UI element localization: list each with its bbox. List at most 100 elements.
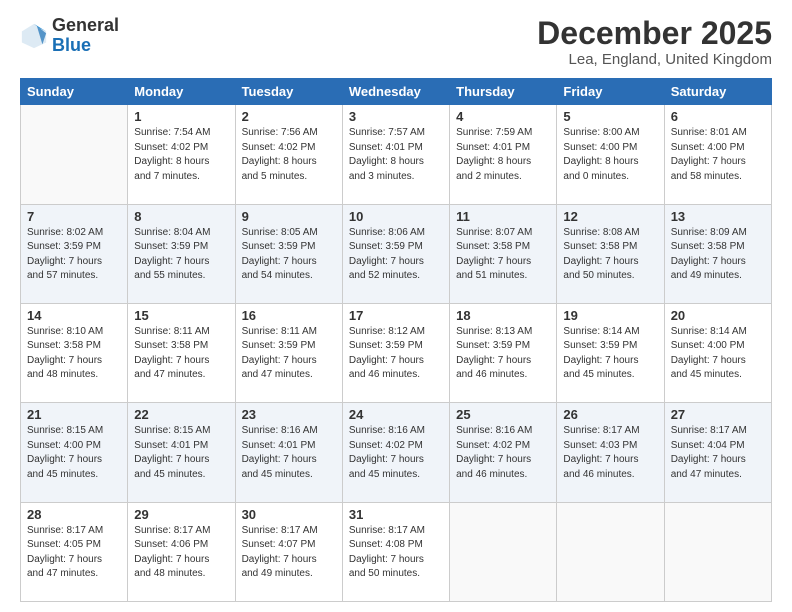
calendar-cell: 15Sunrise: 8:11 AMSunset: 3:58 PMDayligh… xyxy=(128,303,235,402)
calendar-week-row: 28 Sunrise: 8:17 AMSunset: 4:05 PMDayligh… xyxy=(21,502,772,601)
calendar-header-sunday: Sunday xyxy=(21,79,128,105)
day-info: Sunrise: 8:00 AMSunset: 4:00 PMDaylight:… xyxy=(563,126,657,184)
day-number: 14 xyxy=(27,308,121,323)
logo-blue: Blue xyxy=(52,36,119,56)
day-info: Sunrise: 8:11 AMSunset: 3:59 PMDaylight:… xyxy=(242,325,336,383)
day-number: 3 xyxy=(349,109,443,124)
day-info: Sunrise: 8:16 AMSunset: 4:02 PMDaylight:… xyxy=(456,424,550,482)
day-info: Sunrise: 8:16 AMSunset: 4:02 PMDaylight:… xyxy=(349,424,443,482)
calendar-cell: 24 Sunrise: 8:16 AMSunset: 4:02 PMDayligh… xyxy=(342,403,449,502)
calendar-cell: 22 Sunrise: 8:15 AMSunset: 4:01 PMDayligh… xyxy=(128,403,235,502)
day-info: Sunrise: 8:14 AMSunset: 3:59 PMDaylight:… xyxy=(563,325,657,383)
day-number: 15 xyxy=(134,308,228,323)
calendar-cell: 25 Sunrise: 8:16 AMSunset: 4:02 PMDayligh… xyxy=(450,403,557,502)
calendar-week-row: 7 Sunrise: 8:02 AMSunset: 3:59 PMDaylight… xyxy=(21,204,772,303)
logo-text: General Blue xyxy=(52,16,119,56)
day-number: 25 xyxy=(456,407,550,422)
calendar-cell: 14 Sunrise: 8:10 AMSunset: 3:58 PMDayligh… xyxy=(21,303,128,402)
day-info: Sunrise: 8:17 AMSunset: 4:08 PMDaylight:… xyxy=(349,524,443,582)
day-number: 31 xyxy=(349,507,443,522)
day-info: Sunrise: 8:02 AMSunset: 3:59 PMDaylight:… xyxy=(27,226,121,284)
day-number: 24 xyxy=(349,407,443,422)
day-number: 4 xyxy=(456,109,550,124)
day-info: Sunrise: 8:17 AMSunset: 4:04 PMDaylight:… xyxy=(671,424,765,482)
calendar-cell: 31 Sunrise: 8:17 AMSunset: 4:08 PMDayligh… xyxy=(342,502,449,601)
calendar-week-row: 14 Sunrise: 8:10 AMSunset: 3:58 PMDayligh… xyxy=(21,303,772,402)
day-number: 26 xyxy=(563,407,657,422)
calendar-cell: 19Sunrise: 8:14 AMSunset: 3:59 PMDayligh… xyxy=(557,303,664,402)
calendar-cell: 18Sunrise: 8:13 AMSunset: 3:59 PMDayligh… xyxy=(450,303,557,402)
calendar-header-friday: Friday xyxy=(557,79,664,105)
day-number: 7 xyxy=(27,209,121,224)
day-info: Sunrise: 7:56 AMSunset: 4:02 PMDaylight:… xyxy=(242,126,336,184)
day-number: 30 xyxy=(242,507,336,522)
calendar-week-row: 21Sunrise: 8:15 AMSunset: 4:00 PMDayligh… xyxy=(21,403,772,502)
calendar-cell: 17 Sunrise: 8:12 AMSunset: 3:59 PMDayligh… xyxy=(342,303,449,402)
calendar-cell: 13Sunrise: 8:09 AMSunset: 3:58 PMDayligh… xyxy=(664,204,771,303)
day-number: 12 xyxy=(563,209,657,224)
calendar-cell: 26 Sunrise: 8:17 AMSunset: 4:03 PMDayligh… xyxy=(557,403,664,502)
day-info: Sunrise: 8:16 AMSunset: 4:01 PMDaylight:… xyxy=(242,424,336,482)
calendar-cell: 21Sunrise: 8:15 AMSunset: 4:00 PMDayligh… xyxy=(21,403,128,502)
day-info: Sunrise: 8:17 AMSunset: 4:07 PMDaylight:… xyxy=(242,524,336,582)
day-number: 16 xyxy=(242,308,336,323)
day-number: 17 xyxy=(349,308,443,323)
day-number: 18 xyxy=(456,308,550,323)
day-info: Sunrise: 7:54 AMSunset: 4:02 PMDaylight:… xyxy=(134,126,228,184)
day-info: Sunrise: 7:59 AMSunset: 4:01 PMDaylight:… xyxy=(456,126,550,184)
logo: General Blue xyxy=(20,16,119,56)
day-info: Sunrise: 8:15 AMSunset: 4:01 PMDaylight:… xyxy=(134,424,228,482)
day-info: Sunrise: 8:17 AMSunset: 4:03 PMDaylight:… xyxy=(563,424,657,482)
day-number: 9 xyxy=(242,209,336,224)
calendar-cell: 10 Sunrise: 8:06 AMSunset: 3:59 PMDayligh… xyxy=(342,204,449,303)
day-info: Sunrise: 8:05 AMSunset: 3:59 PMDaylight:… xyxy=(242,226,336,284)
day-number: 5 xyxy=(563,109,657,124)
calendar-cell xyxy=(450,502,557,601)
day-info: Sunrise: 8:06 AMSunset: 3:59 PMDaylight:… xyxy=(349,226,443,284)
month-title: December 2025 xyxy=(537,16,772,51)
calendar-cell: 16 Sunrise: 8:11 AMSunset: 3:59 PMDayligh… xyxy=(235,303,342,402)
calendar-cell: 8Sunrise: 8:04 AMSunset: 3:59 PMDaylight… xyxy=(128,204,235,303)
header: General Blue December 2025 Lea, England,… xyxy=(20,16,772,68)
day-number: 28 xyxy=(27,507,121,522)
calendar-header-tuesday: Tuesday xyxy=(235,79,342,105)
day-number: 1 xyxy=(134,109,228,124)
day-number: 23 xyxy=(242,407,336,422)
calendar-cell: 11Sunrise: 8:07 AMSunset: 3:58 PMDayligh… xyxy=(450,204,557,303)
day-number: 22 xyxy=(134,407,228,422)
calendar-cell: 7 Sunrise: 8:02 AMSunset: 3:59 PMDaylight… xyxy=(21,204,128,303)
day-info: Sunrise: 7:57 AMSunset: 4:01 PMDaylight:… xyxy=(349,126,443,184)
calendar-cell: 23 Sunrise: 8:16 AMSunset: 4:01 PMDayligh… xyxy=(235,403,342,502)
day-number: 20 xyxy=(671,308,765,323)
day-number: 2 xyxy=(242,109,336,124)
calendar-cell: 20 Sunrise: 8:14 AMSunset: 4:00 PMDayligh… xyxy=(664,303,771,402)
day-number: 29 xyxy=(134,507,228,522)
logo-icon xyxy=(20,22,48,50)
day-number: 27 xyxy=(671,407,765,422)
day-info: Sunrise: 8:10 AMSunset: 3:58 PMDaylight:… xyxy=(27,325,121,383)
calendar-header-thursday: Thursday xyxy=(450,79,557,105)
day-info: Sunrise: 8:17 AMSunset: 4:06 PMDaylight:… xyxy=(134,524,228,582)
logo-general: General xyxy=(52,16,119,36)
calendar-cell xyxy=(557,502,664,601)
calendar-cell xyxy=(664,502,771,601)
calendar-cell xyxy=(21,105,128,204)
day-info: Sunrise: 8:09 AMSunset: 3:58 PMDaylight:… xyxy=(671,226,765,284)
calendar-cell: 29 Sunrise: 8:17 AMSunset: 4:06 PMDayligh… xyxy=(128,502,235,601)
day-info: Sunrise: 8:14 AMSunset: 4:00 PMDaylight:… xyxy=(671,325,765,383)
calendar-cell: 1 Sunrise: 7:54 AMSunset: 4:02 PMDaylight… xyxy=(128,105,235,204)
day-info: Sunrise: 8:07 AMSunset: 3:58 PMDaylight:… xyxy=(456,226,550,284)
calendar-cell: 30 Sunrise: 8:17 AMSunset: 4:07 PMDayligh… xyxy=(235,502,342,601)
location: Lea, England, United Kingdom xyxy=(537,51,772,68)
day-info: Sunrise: 8:12 AMSunset: 3:59 PMDaylight:… xyxy=(349,325,443,383)
calendar-cell: 2 Sunrise: 7:56 AMSunset: 4:02 PMDaylight… xyxy=(235,105,342,204)
day-number: 8 xyxy=(134,209,228,224)
day-number: 21 xyxy=(27,407,121,422)
day-number: 10 xyxy=(349,209,443,224)
calendar-cell: 6Sunrise: 8:01 AMSunset: 4:00 PMDaylight… xyxy=(664,105,771,204)
calendar-week-row: 1 Sunrise: 7:54 AMSunset: 4:02 PMDaylight… xyxy=(21,105,772,204)
calendar-table: SundayMondayTuesdayWednesdayThursdayFrid… xyxy=(20,78,772,602)
day-info: Sunrise: 8:17 AMSunset: 4:05 PMDaylight:… xyxy=(27,524,121,582)
calendar-header-saturday: Saturday xyxy=(664,79,771,105)
calendar-cell: 4 Sunrise: 7:59 AMSunset: 4:01 PMDaylight… xyxy=(450,105,557,204)
